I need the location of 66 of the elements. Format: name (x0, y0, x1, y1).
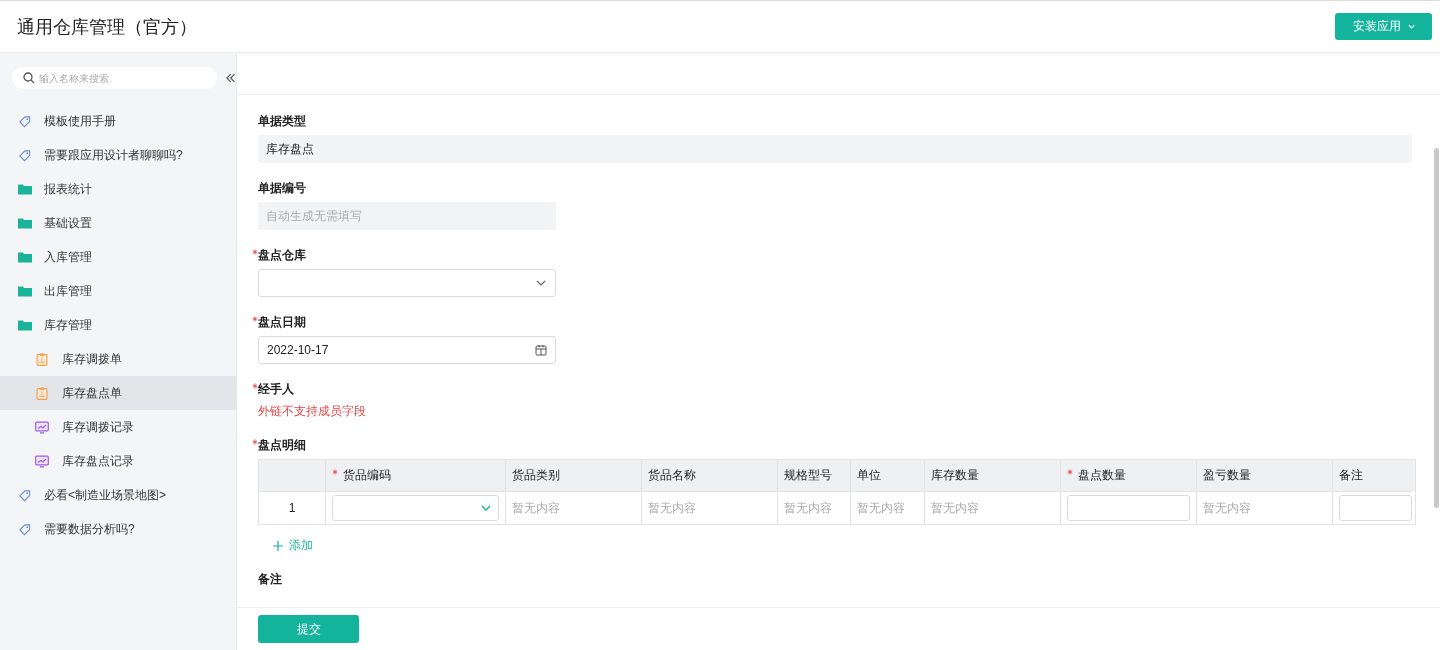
monitor-chart-icon (35, 454, 49, 468)
caret-icon (1407, 22, 1416, 31)
column-header: 单位 (850, 460, 924, 491)
select-field[interactable] (332, 495, 499, 521)
tag-icon (18, 522, 32, 536)
search-icon (23, 72, 35, 84)
sidebar-item[interactable]: 库存盘点单 (0, 376, 236, 410)
sidebar-item[interactable]: 库存调拨单 (0, 342, 236, 376)
search-box[interactable]: 输入名称来搜索 (12, 67, 217, 89)
select-field[interactable] (258, 269, 556, 297)
table-cell: 暂无内容 (1196, 491, 1332, 524)
sidebar-item[interactable]: 出库管理 (0, 274, 236, 308)
field-label: 盘点日期 (258, 314, 306, 330)
column-header: 库存数量 (924, 460, 1060, 491)
column-header: 货品类别 (505, 460, 641, 491)
sidebar-item[interactable]: 报表统计 (0, 172, 236, 206)
scrollbar-thumb[interactable] (1434, 148, 1439, 508)
input-field[interactable] (1339, 495, 1412, 521)
sidebar-item[interactable]: 库存盘点记录 (0, 444, 236, 478)
tag-icon (18, 114, 32, 128)
table-cell: 暂无内容 (924, 491, 1060, 524)
table-cell: 暂无内容 (641, 491, 777, 524)
search-field[interactable]: 输入名称来搜索 (39, 72, 209, 84)
plus-icon (272, 539, 284, 552)
field-label: 单据类型 (258, 113, 306, 129)
column-header: 规格型号 (777, 460, 850, 491)
readonly-field: 库存盘点 (258, 135, 1412, 163)
field-label: 单据编号 (258, 180, 306, 196)
sidebar-item[interactable]: 需要跟应用设计者聊聊吗? (0, 138, 236, 172)
table-cell: 暂无内容 (505, 491, 641, 524)
field-label: 经手人 (258, 381, 294, 397)
folder-icon (18, 216, 32, 230)
sidebar-item[interactable]: 必看<制造业场景地图> (0, 478, 236, 512)
table-cell: 暂无内容 (850, 491, 924, 524)
tag-icon (18, 488, 32, 502)
monitor-chart-icon (35, 420, 49, 434)
sidebar-item[interactable]: 库存调拨记录 (0, 410, 236, 444)
sidebar-item[interactable]: 需要数据分析吗? (0, 512, 236, 546)
column-header: 备注 (1332, 460, 1412, 491)
readonly-field: 自动生成无需填写 (258, 202, 556, 230)
collapse-icon[interactable] (224, 72, 236, 84)
sidebar-item[interactable]: 基础设置 (0, 206, 236, 240)
tag-icon (18, 148, 32, 162)
field-label: 备注 (258, 571, 282, 587)
clipboard-icon (35, 352, 49, 366)
sidebar-item[interactable]: 库存管理 (0, 308, 236, 342)
sidebar-item[interactable]: 入库管理 (0, 240, 236, 274)
folder-icon (18, 182, 32, 196)
column-header: 盘点数量 (1060, 460, 1196, 491)
field-label: 盘点明细 (258, 437, 306, 453)
row-number: 1 (259, 491, 325, 524)
field-label: 盘点仓库 (258, 247, 306, 263)
date-field[interactable]: 2022-10-17 (258, 336, 556, 364)
column-header: 货品名称 (641, 460, 777, 491)
column-header: 盈亏数量 (1196, 460, 1332, 491)
sidebar-item[interactable]: 模板使用手册 (0, 104, 236, 138)
folder-icon (18, 318, 32, 332)
table-cell: 暂无内容 (777, 491, 850, 524)
calendar-icon (535, 344, 547, 356)
column-header: 货品编码 (325, 460, 505, 491)
folder-icon (18, 284, 32, 298)
notice-text: 外链不支持成员字段 (258, 403, 367, 420)
app-title: 通用仓库管理（官方） (17, 15, 197, 39)
clipboard-icon (35, 386, 49, 400)
input-field[interactable] (1067, 495, 1190, 521)
folder-icon (18, 250, 32, 264)
